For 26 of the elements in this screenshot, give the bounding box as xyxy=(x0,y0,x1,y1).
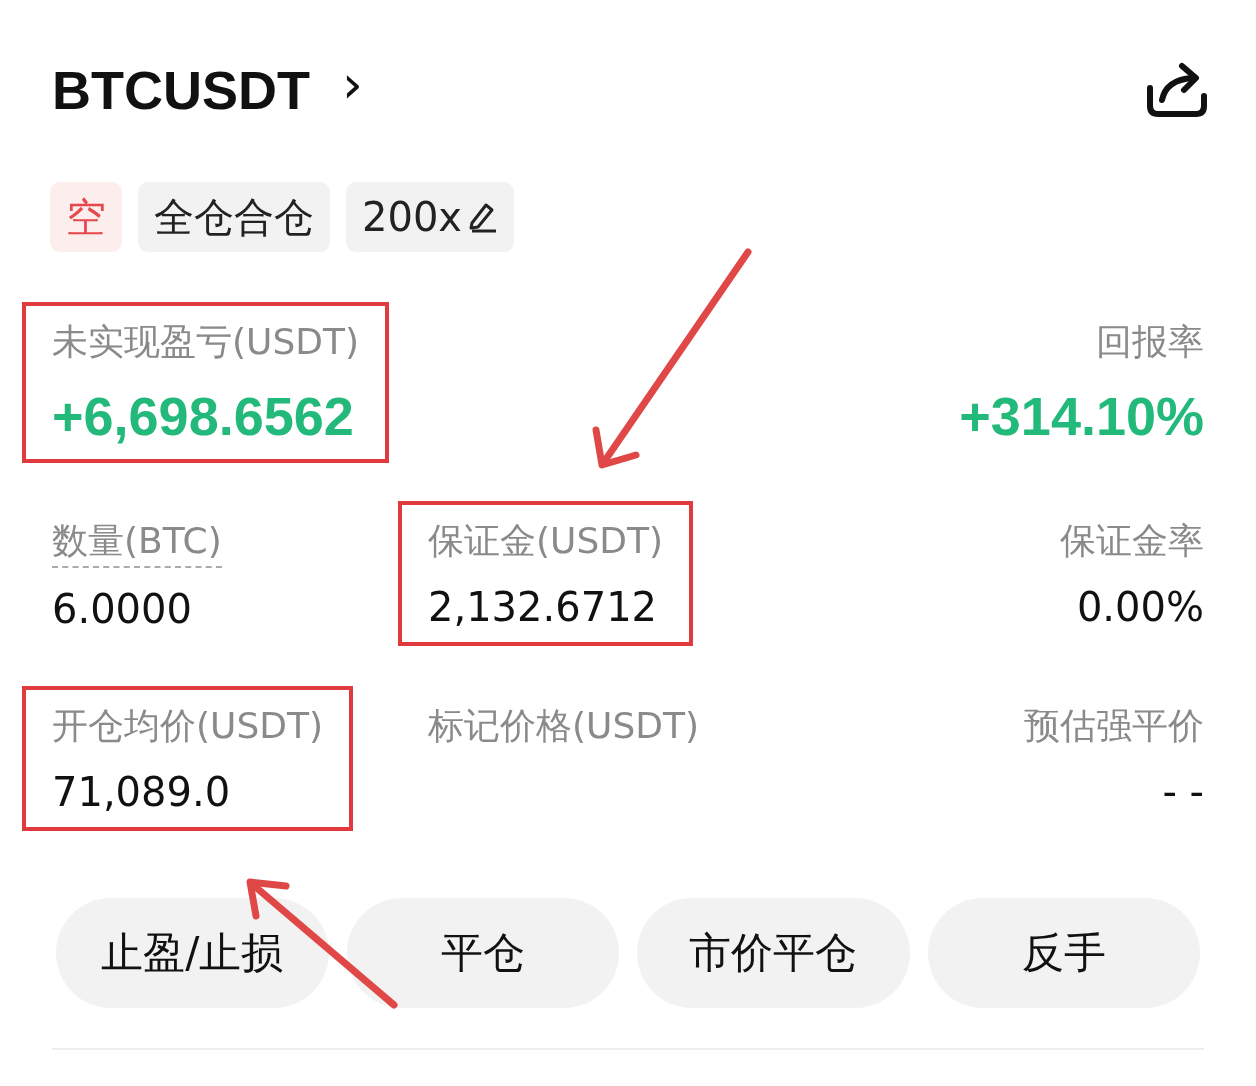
stat-label: 预估强平价 xyxy=(1024,704,1204,748)
stat-value: 71,089.0 xyxy=(52,769,231,815)
leverage-button[interactable]: 200x xyxy=(346,182,515,252)
stat-label: 保证金率 xyxy=(1060,519,1204,563)
symbol-title[interactable]: BTCUSDT xyxy=(52,59,310,121)
position-tag: 空 xyxy=(50,182,122,252)
stat-value: +314.10% xyxy=(959,385,1204,447)
stat-value: 0.00% xyxy=(1076,584,1204,630)
stat-value: 2,132.6712 xyxy=(428,584,658,630)
stat-value: - - xyxy=(1162,769,1204,815)
stat-label: 未实现盈亏(USDT) xyxy=(52,320,359,364)
stat-value: 6.0000 xyxy=(52,586,192,632)
share-icon[interactable] xyxy=(1144,60,1210,120)
stat-label: 开仓均价(USDT) xyxy=(52,704,323,748)
action-button[interactable]: 平仓 xyxy=(346,898,619,1008)
position-tag: 全仓合仓 xyxy=(138,182,330,252)
stat-label: 数量(BTC) xyxy=(52,517,222,568)
stat-label: 保证金(USDT) xyxy=(428,519,663,563)
stat-value: +6,698.6562 xyxy=(52,385,354,447)
chevron[interactable]: › xyxy=(342,54,363,114)
pencil-icon xyxy=(468,201,499,233)
action-button[interactable]: 市价平仓 xyxy=(637,898,910,1008)
stat-label: 回报率 xyxy=(1096,320,1204,364)
action-button[interactable]: 止盈/止损 xyxy=(56,898,329,1008)
action-button[interactable]: 反手 xyxy=(927,898,1200,1008)
stat-label: 标记价格(USDT) xyxy=(428,704,699,748)
